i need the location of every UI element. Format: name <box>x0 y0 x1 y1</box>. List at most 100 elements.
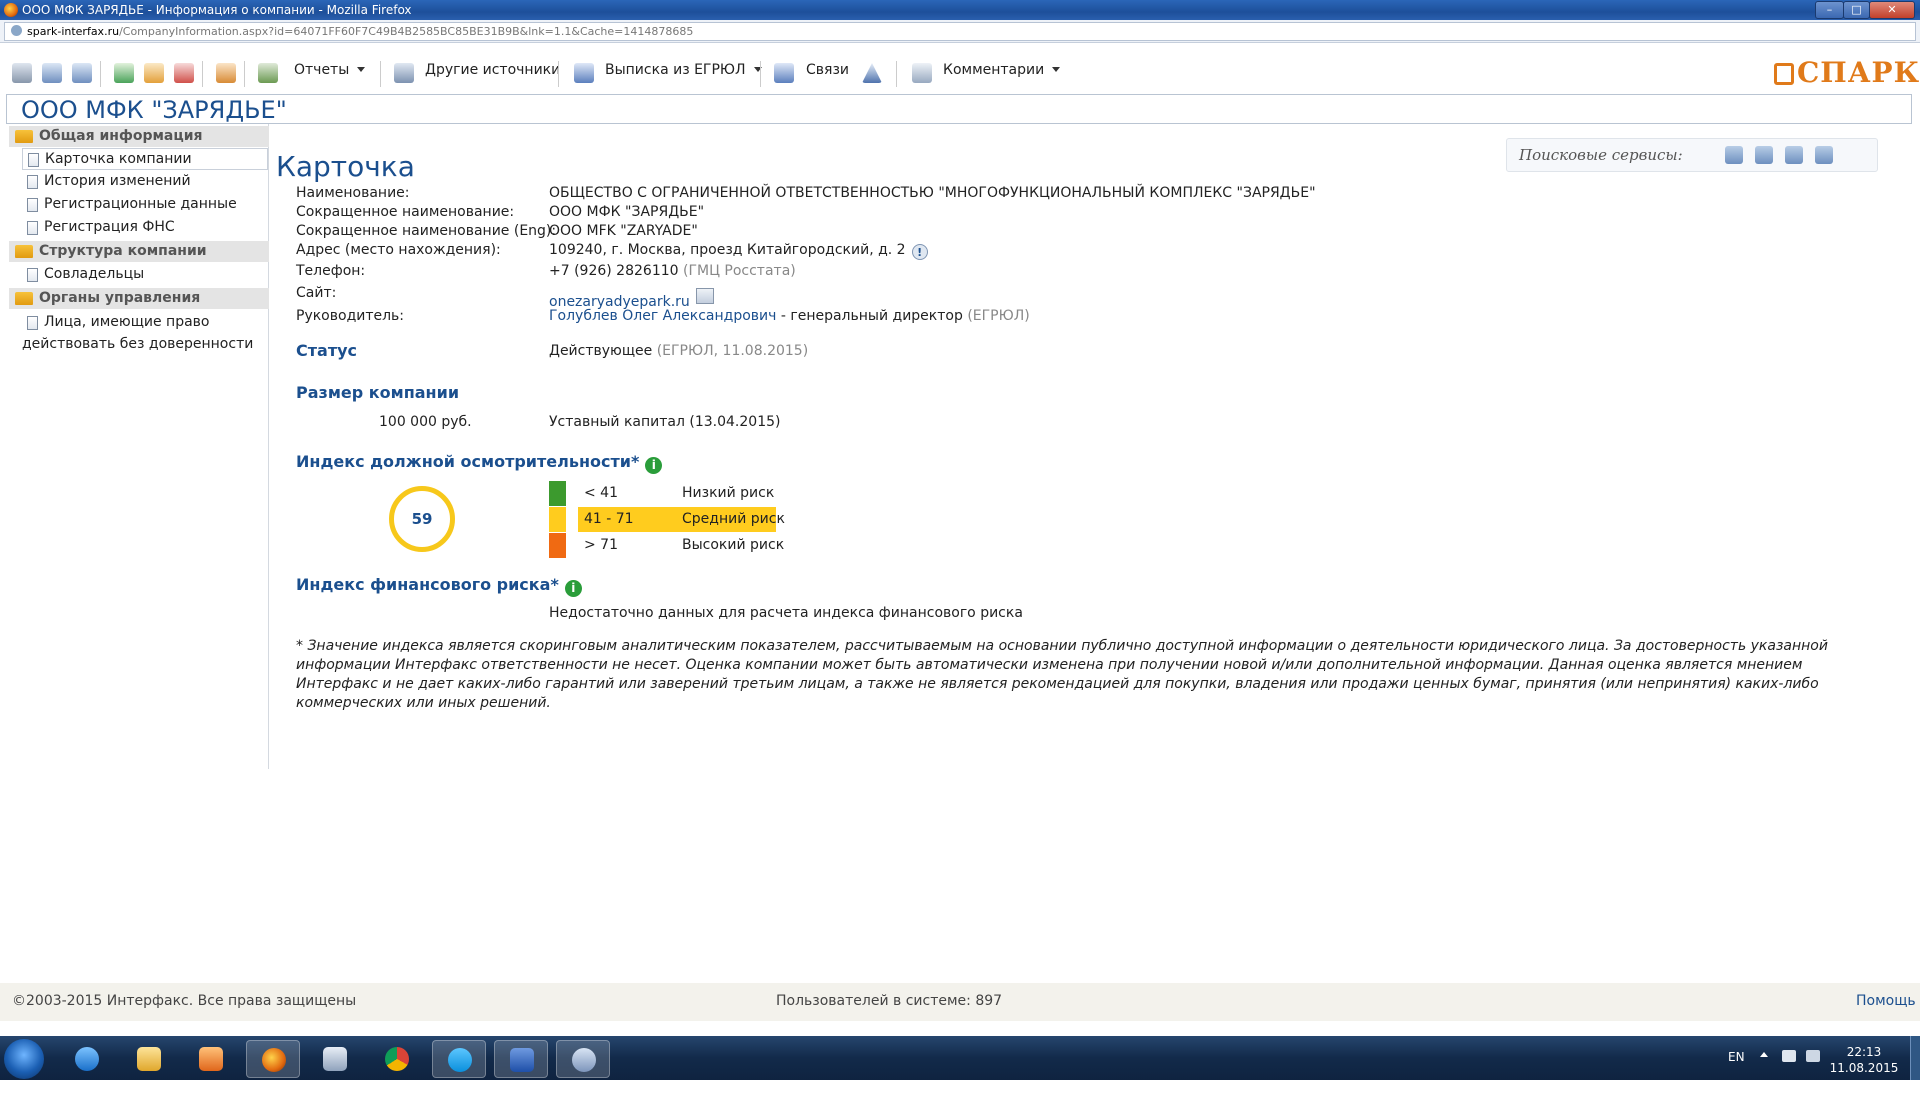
toolbar-separator <box>244 61 245 87</box>
refresh-list-icon[interactable] <box>144 63 164 83</box>
egrul-menu[interactable]: Выписка из ЕГРЮЛ <box>605 62 762 78</box>
input-language[interactable]: EN <box>1728 1050 1745 1064</box>
manager-search-icon[interactable] <box>1755 146 1773 164</box>
tray-expand-icon[interactable] <box>1760 1052 1768 1057</box>
taskbar-chrome[interactable] <box>370 1040 424 1078</box>
due-diligence-label: Индекс должной осмотрительности* <box>296 452 640 471</box>
taskbar-ie[interactable] <box>60 1040 114 1078</box>
paint-icon <box>572 1048 596 1072</box>
firefox-icon <box>262 1048 286 1072</box>
risk-text: Низкий риск <box>682 485 775 501</box>
field-label-address: Адрес (место нахождения): <box>296 242 501 258</box>
other-sources-icon[interactable] <box>394 63 414 83</box>
sidebar-item-company-card[interactable]: Карточка компании <box>22 148 268 170</box>
spark-logo[interactable]: СПАРК <box>1774 56 1919 90</box>
url-path: /CompanyInformation.aspx?id=64071FF60F7C… <box>119 25 694 38</box>
field-label-head: Руководитель: <box>296 308 405 324</box>
financial-risk-heading: Индекс финансового риска* i <box>296 575 582 597</box>
word-icon <box>510 1048 534 1072</box>
person-search-icon[interactable] <box>1725 146 1743 164</box>
field-value-name: ОБЩЕСТВО С ОГРАНИЧЕННОЙ ОТВЕТСТВЕННОСТЬЮ… <box>549 185 1316 201</box>
site-identity-icon[interactable] <box>11 25 22 36</box>
system-clock[interactable]: 22:13 11.08.2015 <box>1822 1044 1906 1076</box>
head-source: (ЕГРЮЛ) <box>967 308 1030 324</box>
risk-text: Высокий риск <box>682 537 785 553</box>
company-header: ООО МФК "ЗАРЯДЬЕ" <box>6 94 1912 124</box>
field-value-head-row: Голублев Олег Александрович - генеральны… <box>549 308 1030 324</box>
reports-icon[interactable] <box>258 63 278 83</box>
taskbar-paint[interactable] <box>556 1040 610 1078</box>
document-icon <box>27 316 38 330</box>
sidebar-group-label: Общая информация <box>39 128 203 144</box>
chevron-down-icon <box>357 67 366 72</box>
search-services-label: Поисковые сервисы: <box>1519 146 1683 164</box>
comments-icon[interactable] <box>912 63 932 83</box>
field-value-short-name: ООО МФК "ЗАРЯДЬЕ" <box>549 204 705 220</box>
head-link[interactable]: Голублев Олег Александрович <box>549 308 776 324</box>
links-button[interactable]: Связи <box>806 62 849 78</box>
taskbar-calculator[interactable] <box>308 1040 362 1078</box>
screen-bottom-area <box>0 1080 1920 1112</box>
address-search-icon[interactable] <box>1785 146 1803 164</box>
taskbar-firefox[interactable] <box>246 1040 300 1078</box>
info-icon[interactable]: i <box>564 580 582 597</box>
risk-text: Средний риск <box>682 511 785 527</box>
field-value-address: 109240, г. Москва, проезд Китайгородский… <box>549 242 906 258</box>
close-button[interactable]: ✕ <box>1869 1 1915 19</box>
reports-menu[interactable]: Отчеты <box>294 62 366 78</box>
sidebar-item-label: Карточка компании <box>45 151 192 167</box>
reports-label: Отчеты <box>294 62 350 78</box>
sidebar-group-management[interactable]: Органы управления <box>9 288 269 309</box>
risk-low-swatch <box>549 481 566 506</box>
windows-start-icon[interactable] <box>4 1039 44 1079</box>
taskbar-explorer[interactable] <box>122 1040 176 1078</box>
remove-from-list-icon[interactable] <box>174 63 194 83</box>
save-doc-icon[interactable] <box>42 63 62 83</box>
egrul-icon[interactable] <box>574 63 594 83</box>
minimize-button[interactable]: – <box>1815 1 1844 19</box>
financial-risk-value: Недостаточно данных для расчета индекса … <box>549 605 1023 621</box>
address-bar: spark-interfax.ru/CompanyInformation.asp… <box>0 20 1920 43</box>
other-sources-button[interactable]: Другие источники <box>425 62 560 78</box>
show-desktop-button[interactable] <box>1910 1036 1920 1080</box>
taskbar-skype[interactable] <box>432 1040 486 1078</box>
address-info-icon[interactable]: ! <box>911 244 928 260</box>
skype-icon <box>448 1048 472 1072</box>
company-size-heading: Размер компании <box>296 383 460 402</box>
egrul-label: Выписка из ЕГРЮЛ <box>605 62 746 78</box>
sidebar-item-registration[interactable]: Регистрационные данные <box>22 194 268 216</box>
sidebar-item-label: Регистрация ФНС <box>44 219 175 235</box>
sidebar-group-structure[interactable]: Структура компании <box>9 241 269 262</box>
financial-risk-label: Индекс финансового риска* <box>296 575 559 594</box>
field-value-site-row: onezaryadyepark.ru <box>549 288 714 310</box>
info-icon[interactable]: i <box>645 457 663 474</box>
add-to-list-icon[interactable] <box>114 63 134 83</box>
taskbar-word[interactable] <box>494 1040 548 1078</box>
internet-explorer-icon <box>75 1047 99 1071</box>
sidebar-group-general[interactable]: Общая информация <box>9 126 269 147</box>
document-icon <box>27 198 38 212</box>
sidebar-item-fns[interactable]: Регистрация ФНС <box>22 217 268 239</box>
advanced-search-icon[interactable] <box>1815 146 1833 164</box>
sidebar-item-history[interactable]: История изменений <box>22 171 268 193</box>
taskbar-media[interactable] <box>184 1040 238 1078</box>
site-preview-icon[interactable] <box>695 288 714 304</box>
print-icon[interactable] <box>12 63 32 83</box>
risk-legend-medium: 41 - 71 Средний риск <box>578 507 785 532</box>
network-icon[interactable] <box>1806 1050 1820 1062</box>
sidebar-item-authorized-persons[interactable]: Лица, имеющие право действовать без дове… <box>22 312 268 356</box>
risk-range: < 41 <box>584 485 618 501</box>
action-center-icon[interactable] <box>1782 1050 1796 1062</box>
url-field[interactable]: spark-interfax.ru/CompanyInformation.asp… <box>4 22 1916 41</box>
sidebar-item-owners[interactable]: Совладельцы <box>22 264 268 286</box>
export-doc-icon[interactable] <box>72 63 92 83</box>
maximize-button[interactable]: □ <box>1843 1 1870 19</box>
toolbar-separator <box>896 61 897 87</box>
sidebar-item-label: История изменений <box>44 173 191 189</box>
window-titlebar: ООО МФК ЗАРЯДЬЕ - Информация о компании … <box>0 0 1920 20</box>
warning-icon[interactable] <box>862 63 882 83</box>
monitoring-icon[interactable] <box>216 63 236 83</box>
links-icon[interactable] <box>774 63 794 83</box>
help-link[interactable]: Помощь <box>1856 993 1916 1009</box>
comments-menu[interactable]: Комментарии <box>943 62 1061 78</box>
